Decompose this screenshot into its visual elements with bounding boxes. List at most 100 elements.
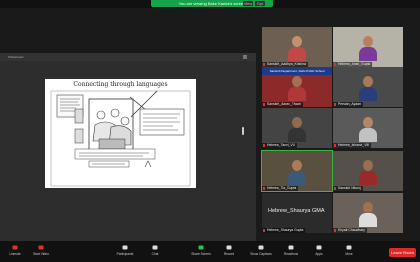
participant-tile[interactable]: Hebrew_Tanvi_VII	[262, 108, 332, 148]
participant-body	[359, 213, 377, 227]
shared-slide: Connecting through languages	[45, 79, 196, 188]
participant-video	[359, 202, 377, 227]
participant-video	[288, 76, 306, 101]
participant-tile[interactable]: Persian_Ayaan	[333, 67, 403, 107]
video-off-icon	[38, 245, 44, 250]
share-screen-button[interactable]: Share Screen	[188, 245, 214, 256]
toolbar-label: Chat	[151, 252, 159, 256]
slide-sketch-illustration	[50, 90, 191, 187]
participants-button[interactable]: Participants	[112, 245, 138, 256]
virtual-background-banner: Sanskrit Department, Delhi Public School	[262, 67, 332, 75]
participant-head	[292, 160, 302, 171]
participant-body	[288, 87, 306, 101]
participant-video	[359, 76, 377, 101]
toolbar-label: Show Captions	[250, 252, 272, 256]
captions-icon	[258, 245, 264, 250]
participant-name: Hebrew_Tanvi_VII	[267, 143, 295, 147]
mic-muted-icon	[334, 229, 336, 232]
participant-name: Khyati Chaudhary	[338, 228, 365, 232]
participant-head	[363, 36, 373, 47]
share-options-button[interactable]: Opt	[255, 1, 265, 6]
participant-name: Hebrew_Ishanvi_VIII	[338, 143, 370, 147]
mic-muted-icon	[263, 103, 265, 106]
mic-muted-icon	[263, 144, 265, 147]
record-button[interactable]: Record	[216, 245, 242, 256]
participant-name-label: Hebrew_Shaurya Gupta	[262, 228, 306, 233]
mic-muted-icon	[12, 245, 18, 250]
slide-title: Connecting through languages	[73, 81, 168, 88]
participant-display-name: Hebrew_Shaurya GMA	[268, 208, 325, 214]
toolbar-label: Unmute	[9, 252, 21, 256]
chat-button[interactable]: Chat	[142, 245, 168, 256]
participant-tile[interactable]: Sanskrit Nikunj	[333, 151, 403, 191]
participants-icon	[122, 245, 128, 250]
participant-tile[interactable]: Sanskrit_Aadhya_Krishna	[262, 27, 332, 67]
participant-name: Hebrew_Shaurya Gupta	[267, 228, 304, 232]
participant-name: Sanskrit Nikunj	[338, 186, 361, 190]
mic-muted-icon	[334, 144, 336, 147]
participant-tile[interactable]: Hebrew_Shaurya GMA Hebrew_Shaurya Gupta	[262, 193, 332, 233]
leave-room-button[interactable]: Leave Room	[389, 248, 416, 257]
participant-video	[288, 36, 306, 61]
participant-tile[interactable]: Hebrew_Ansh_Gupta	[333, 27, 403, 67]
mic-muted-icon	[263, 229, 265, 232]
chat-icon	[152, 245, 158, 250]
participant-tile[interactable]: Hebrew_Tia_Gupta	[261, 150, 333, 192]
mic-muted-icon	[334, 63, 336, 66]
participant-name: Hebrew_Tia_Gupta	[267, 186, 297, 190]
participant-tile[interactable]: Khyati Chaudhary	[333, 193, 403, 233]
captions-button[interactable]: Show Captions	[248, 245, 274, 256]
apps-button[interactable]: Apps	[306, 245, 332, 256]
participant-video	[359, 160, 377, 185]
participant-tile[interactable]: Sanskrit Department, Delhi Public School…	[262, 67, 332, 107]
video-off-button[interactable]: Start Video	[28, 245, 54, 256]
participant-head	[292, 36, 302, 47]
participant-body	[288, 47, 306, 61]
participant-video	[288, 160, 306, 185]
participant-name-label: Persian_Ayaan	[333, 102, 363, 107]
toolbar-label: Participants	[116, 252, 134, 256]
more-button[interactable]: More	[336, 245, 362, 256]
mic-muted-button[interactable]: Unmute	[2, 245, 28, 256]
participant-name-label: Hebrew_Tanvi_VII	[262, 143, 297, 148]
reactions-icon	[288, 245, 294, 250]
view-options-button[interactable]: View	[243, 1, 253, 6]
mic-muted-icon	[334, 103, 336, 106]
more-icon	[346, 245, 352, 250]
participant-video	[359, 36, 377, 61]
shared-window-title: Whiteboard	[0, 53, 256, 61]
share-screen-icon	[198, 245, 204, 250]
participant-name: Sanskrit_Aarav_Tiwari	[267, 102, 301, 106]
toolbar-label: Reactions	[283, 252, 299, 256]
participant-head	[363, 117, 373, 128]
participant-name-label: Sanskrit Nikunj	[333, 186, 363, 191]
participant-body	[359, 128, 377, 142]
toolbar-label: Apps	[315, 252, 323, 256]
resize-handle[interactable]	[242, 127, 244, 135]
participant-video	[359, 117, 377, 142]
participant-body	[288, 128, 306, 142]
participant-name-label: Khyati Chaudhary	[333, 228, 367, 233]
participant-head	[363, 76, 373, 87]
participant-tile[interactable]: Hebrew_Ishanvi_VIII	[333, 108, 403, 148]
mic-muted-icon	[263, 187, 265, 190]
participant-head	[363, 202, 373, 213]
participant-body	[359, 87, 377, 101]
participant-body	[359, 171, 377, 185]
participant-name-label: Hebrew_Tia_Gupta	[262, 186, 299, 191]
record-icon	[226, 245, 232, 250]
mic-muted-icon	[334, 187, 336, 190]
participant-name-label: Sanskrit_Aarav_Tiwari	[262, 102, 303, 107]
participant-head	[363, 160, 373, 171]
maximize-icon[interactable]	[243, 55, 247, 59]
participant-head	[292, 76, 302, 87]
toolbar-label: Share Screen	[191, 252, 211, 256]
participant-video	[288, 117, 306, 142]
toolbar-label: Start Video	[33, 252, 49, 256]
participant-name-label: Hebrew_Ishanvi_VIII	[333, 143, 372, 148]
participant-body	[359, 47, 377, 61]
toolbar-label: More	[345, 252, 353, 256]
apps-icon	[316, 245, 322, 250]
participant-head	[292, 117, 302, 128]
reactions-button[interactable]: Reactions	[278, 245, 304, 256]
